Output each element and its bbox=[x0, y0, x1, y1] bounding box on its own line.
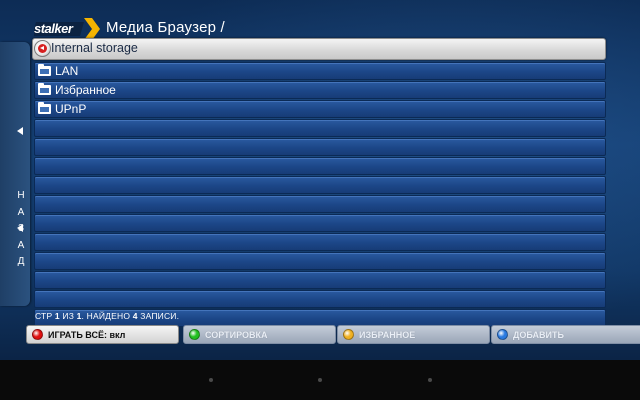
stalker-logo: stalker bbox=[32, 18, 100, 40]
status-of: ИЗ bbox=[62, 311, 75, 321]
list-item-label: Избранное bbox=[55, 83, 116, 97]
empty-list-row bbox=[34, 290, 606, 308]
status-found-count: 4 bbox=[132, 311, 138, 321]
page-title: Медиа Браузер / bbox=[106, 19, 225, 36]
list-item[interactable]: UPnP bbox=[34, 100, 606, 118]
favorites-button[interactable]: ИЗБРАННОЕ bbox=[337, 325, 490, 344]
play-all-button[interactable]: ИГРАТЬ ВСЁ: вкл bbox=[26, 325, 179, 344]
empty-list-row bbox=[34, 119, 606, 137]
list-item[interactable]: Избранное bbox=[34, 81, 606, 99]
empty-list-row bbox=[34, 214, 606, 232]
empty-list-row bbox=[34, 138, 606, 156]
back-arrow-icon bbox=[17, 127, 23, 135]
status-page-prefix: СТР bbox=[35, 311, 53, 321]
empty-list-row bbox=[34, 252, 606, 270]
empty-list-row bbox=[34, 233, 606, 251]
nav-back-icon[interactable] bbox=[209, 378, 213, 382]
logo-text: stalker bbox=[34, 21, 73, 36]
list-item-label: LAN bbox=[55, 64, 79, 78]
back-panel[interactable]: НАЗАД bbox=[0, 42, 30, 306]
folder-icon bbox=[38, 83, 51, 95]
color-key-icon bbox=[343, 329, 354, 340]
list-item-label: Internal storage bbox=[51, 41, 138, 55]
color-key-icon bbox=[497, 329, 508, 340]
list-item[interactable]: Internal storage bbox=[32, 38, 606, 60]
nav-recent-icon[interactable] bbox=[428, 378, 432, 382]
status-page-current: 1 bbox=[54, 311, 60, 321]
back-letter: Д bbox=[17, 256, 25, 267]
list-item[interactable]: LAN bbox=[34, 62, 606, 80]
color-key-icon bbox=[32, 329, 43, 340]
media-browser-screen: stalker Медиа Браузер / НАЗАД Internal s… bbox=[0, 0, 640, 360]
storage-back-icon bbox=[34, 40, 51, 57]
back-letter: А bbox=[17, 239, 25, 251]
sort-button[interactable]: СОРТИРОВКА bbox=[183, 325, 336, 344]
empty-list-row bbox=[34, 195, 606, 213]
empty-list-row bbox=[34, 271, 606, 289]
back-letter: Н bbox=[17, 190, 25, 201]
back-arrow-icon bbox=[17, 224, 23, 232]
nav-home-icon[interactable] bbox=[318, 378, 322, 382]
folder-icon bbox=[38, 64, 51, 76]
status-found: . НАЙДЕНО bbox=[81, 311, 131, 321]
back-letter: А bbox=[17, 206, 25, 218]
empty-list-row bbox=[34, 176, 606, 194]
button-label: СОРТИРОВКА bbox=[205, 330, 268, 340]
status-line: СТР 1 ИЗ 1. НАЙДЕНО 4 ЗАПИСИ. bbox=[35, 311, 179, 321]
button-label: ДОБАВИТЬ bbox=[513, 330, 564, 340]
button-label: ИГРАТЬ ВСЁ: вкл bbox=[48, 330, 126, 340]
status-records: ЗАПИСИ. bbox=[140, 311, 180, 321]
empty-list-row bbox=[34, 157, 606, 175]
button-label: ИЗБРАННОЕ bbox=[359, 330, 416, 340]
folder-icon bbox=[38, 102, 51, 114]
add-button[interactable]: ДОБАВИТЬ bbox=[491, 325, 640, 344]
list-item-label: UPnP bbox=[55, 102, 87, 116]
color-key-icon bbox=[189, 329, 200, 340]
